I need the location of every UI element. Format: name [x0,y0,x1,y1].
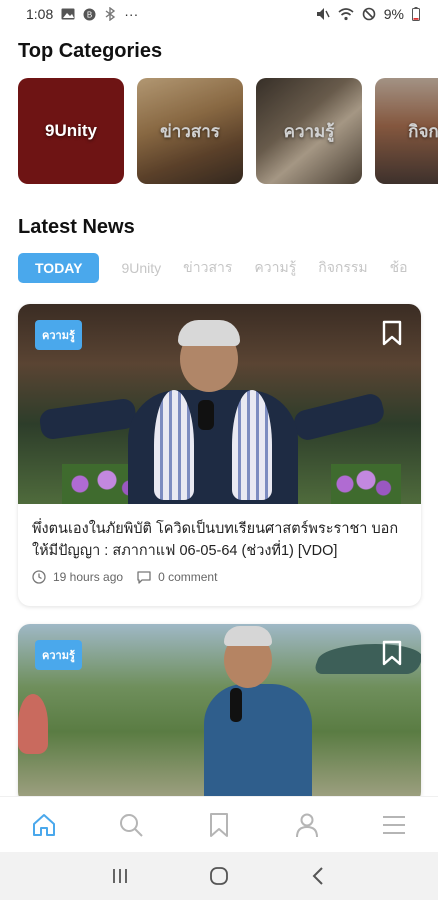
category-label: 9Unity [45,121,97,140]
battery-percent: 9% [383,6,404,22]
blocked-icon [362,7,376,21]
speaker-arm [291,391,387,443]
news-comments[interactable]: 0 comment [137,570,217,584]
tab-more[interactable]: ช้อ [390,257,408,279]
category-label: ความรู้ [283,121,335,141]
top-categories-title: Top Categories [18,40,163,62]
battery-icon [412,7,420,21]
nav-home-button[interactable] [24,805,64,845]
status-right: 9% [316,6,420,22]
status-bar: 1:08 B ··· 9% [0,0,438,28]
category-label: กิจกร [408,121,438,141]
speaker-hair [178,320,240,346]
bookmark-icon [209,812,228,837]
speaker-scarf [154,390,194,500]
bookmark-icon[interactable] [381,640,403,666]
clock-icon [32,570,46,584]
speaker-scarf [232,390,272,500]
news-comments-text: 0 comment [158,570,218,584]
category-badge: ความรู้ [35,640,82,670]
tab-today[interactable]: TODAY [18,253,100,283]
tab-activity[interactable]: กิจกรรม [318,257,367,279]
comment-icon [137,570,151,584]
flowers-decoration [331,464,401,504]
profile-icon [295,813,318,837]
mute-icon [316,8,330,20]
nav-search-button[interactable] [111,805,151,845]
back-icon [312,867,324,885]
tab-knowledge[interactable]: ความรู้ [254,257,296,279]
speaker-arm [38,397,138,441]
svg-text:B: B [87,10,92,19]
category-badge: ความรู้ [35,320,82,350]
status-left: 1:08 B ··· [26,6,138,22]
category-card-knowledge[interactable]: ความรู้ [256,78,362,184]
building-roof [312,644,421,674]
nav-profile-button[interactable] [287,805,327,845]
status-more: ··· [124,6,139,22]
recents-button[interactable] [105,861,135,891]
microphone [230,688,242,722]
bluetooth-icon [105,7,116,21]
news-body: พึ่งตนเองในภัยพิบัติ โควิดเป็นบทเรียนศาส… [18,504,421,584]
tab-news[interactable]: ข่าวสาร [183,257,232,279]
microphone [198,400,214,430]
category-card-news[interactable]: ข่าวสาร [137,78,243,184]
building-wall [18,694,48,754]
home-icon [32,813,55,836]
search-icon [120,813,144,837]
news-time: 19 hours ago [32,570,123,584]
news-card[interactable]: ความรู้ พึ่งตนเองในภัยพิบัติ โควิดเป็นบท… [18,304,421,606]
menu-icon [383,815,406,834]
home-circle-icon [210,867,228,885]
news-image[interactable]: ความรู้ [18,624,421,804]
latest-news-title: Latest News [18,216,135,238]
category-label: ข่าวสาร [160,121,220,141]
category-card-9unity[interactable]: 9Unity [18,78,124,184]
nav-menu-button[interactable] [374,805,414,845]
status-time: 1:08 [26,6,54,22]
back-button[interactable] [303,861,333,891]
nav-bookmark-button[interactable] [199,805,239,845]
bottom-nav [0,796,438,852]
category-card-activity[interactable]: กิจกร [375,78,438,184]
news-image[interactable]: ความรู้ [18,304,421,504]
news-time-text: 19 hours ago [53,570,124,584]
recents-icon [112,869,127,883]
gallery-icon [61,8,75,20]
categories-carousel[interactable]: 9Unity ข่าวสาร ความรู้ กิจกร [18,78,438,186]
bookmark-icon[interactable] [381,320,403,346]
system-nav [0,852,438,900]
wifi-icon [338,7,354,20]
news-meta: 19 hours ago 0 comment [32,570,407,584]
speaker-hair [224,626,272,646]
notification-icon: B [83,8,96,20]
home-system-button[interactable] [204,861,234,891]
news-tabs: TODAY 9Unity ข่าวสาร ความรู้ กิจกรรม ช้อ [18,253,438,283]
news-card[interactable]: ความรู้ [18,624,421,804]
news-title[interactable]: พึ่งตนเองในภัยพิบัติ โควิดเป็นบทเรียนศาส… [32,518,407,562]
speaker-body [204,684,312,804]
tab-9unity[interactable]: 9Unity [121,260,161,276]
